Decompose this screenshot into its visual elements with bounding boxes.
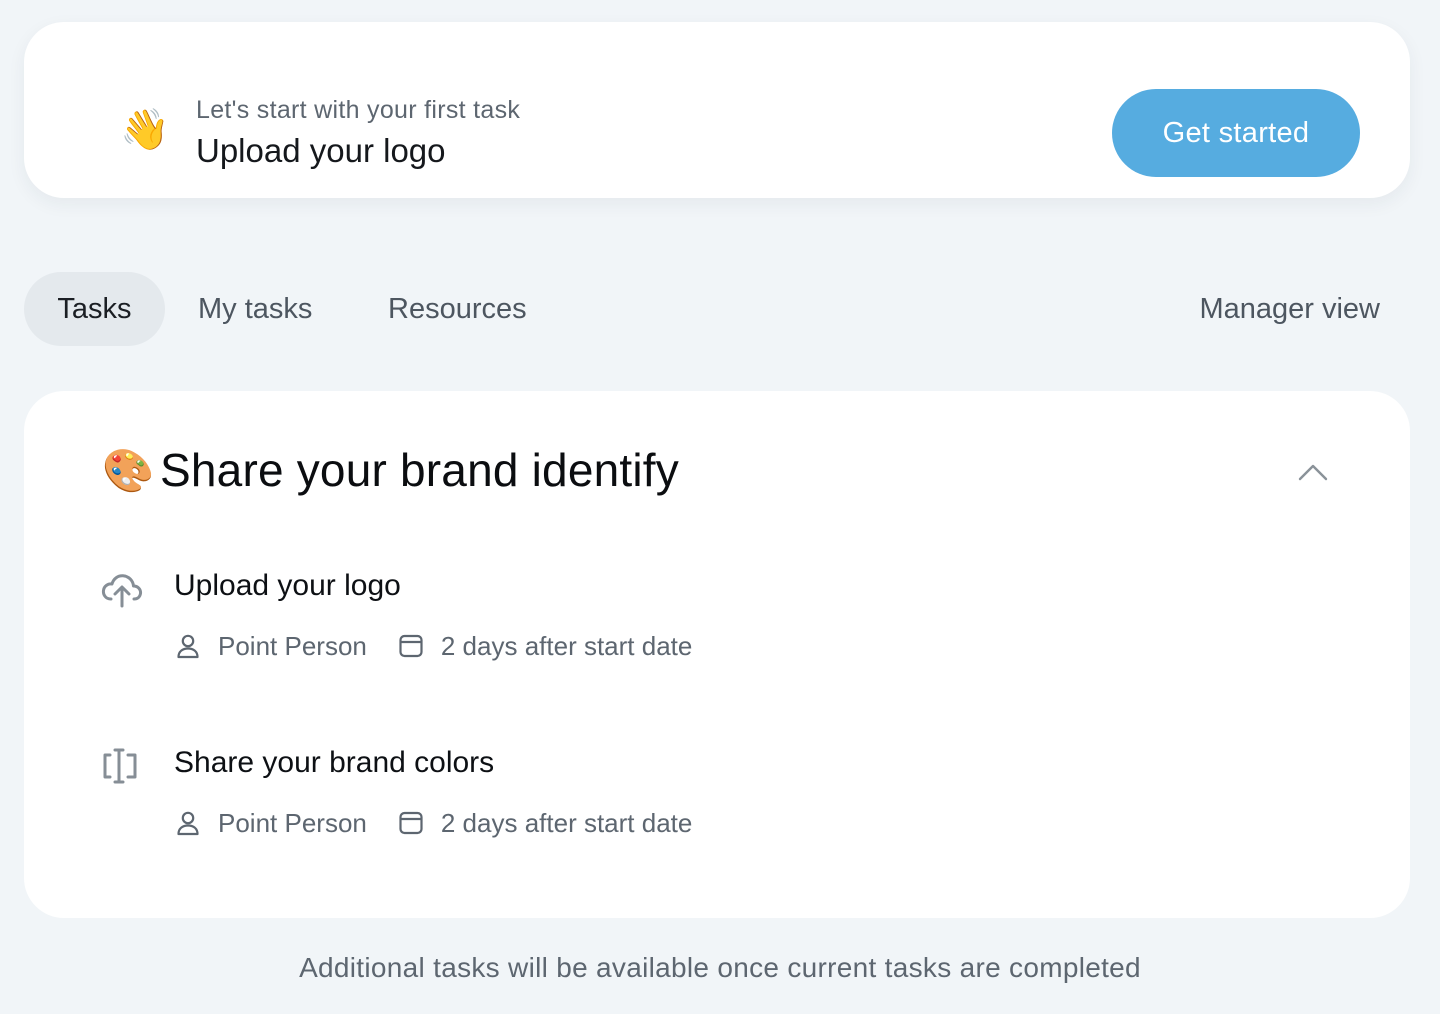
palette-icon: 🎨 [102,446,155,495]
cloud-upload-icon [101,574,143,608]
calendar-icon [399,811,423,835]
tab-my-tasks[interactable]: My tasks [198,272,312,346]
banner-title: Upload your logo [196,132,446,169]
task-item[interactable]: Upload your logo Point Person 2 days aft… [24,569,1410,689]
task-meta: Point Person 2 days after start date [174,629,692,663]
footer-note: Additional tasks will be available once … [299,952,1141,983]
task-assignee: Point Person [218,630,367,661]
task-item[interactable]: Share your brand colors Point Person 2 d… [24,746,1410,866]
get-started-button[interactable]: Get started [1112,89,1360,177]
task-due: 2 days after start date [440,630,693,661]
chevron-up-icon [1298,464,1328,481]
first-task-banner: 👋 Let's start with your first task Uploa… [24,22,1410,198]
calendar-icon [399,634,423,658]
tab-bar: Tasks My tasks Resources Manager view [24,272,1410,348]
person-icon [177,811,199,836]
collapse-button[interactable] [1294,453,1332,491]
task-assignee: Point Person [218,807,367,838]
text-cursor-icon [103,748,137,784]
task-due: 2 days after start date [440,807,693,838]
waving-hand-icon: 👋 [120,107,170,153]
section-title: Share your brand identify [160,444,679,496]
task-title: Upload your logo [174,569,401,602]
tab-resources[interactable]: Resources [388,272,527,346]
banner-subtitle: Let's start with your first task [196,96,521,124]
tab-tasks[interactable]: Tasks [24,272,165,346]
manager-view-link[interactable]: Manager view [1199,272,1380,346]
person-icon [177,634,199,659]
task-meta: Point Person 2 days after start date [174,806,692,840]
task-title: Share your brand colors [174,746,495,779]
task-section-card: 🎨 Share your brand identify Upload your … [24,391,1410,918]
